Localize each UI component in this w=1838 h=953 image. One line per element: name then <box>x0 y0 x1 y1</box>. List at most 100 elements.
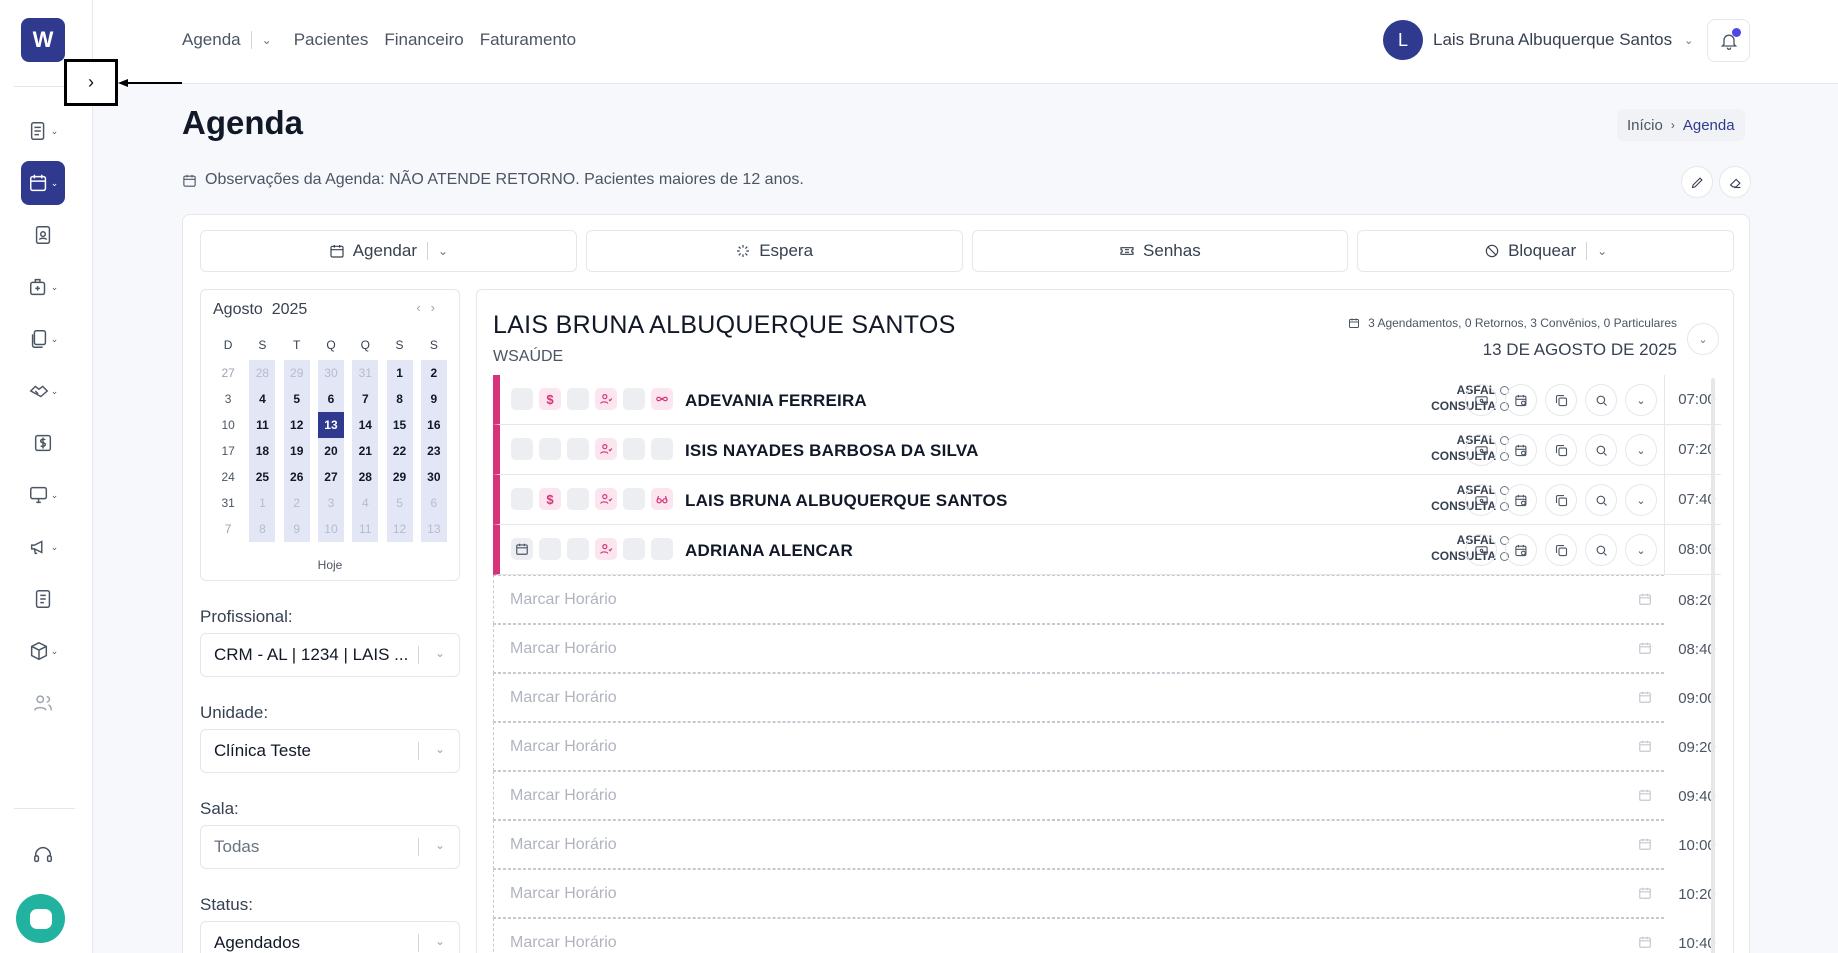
senhas-button[interactable]: Senhas <box>971 230 1349 272</box>
nav-financeiro[interactable]: Financeiro <box>384 30 463 50</box>
calendar-day[interactable]: 9 <box>283 516 310 542</box>
calendar-day[interactable]: 17 <box>211 438 245 464</box>
calendar-day[interactable]: 27 <box>317 464 344 490</box>
calendar-day[interactable]: 13 <box>420 516 447 542</box>
patient-name[interactable]: LAIS BRUNA ALBUQUERQUE SANTOS <box>685 491 1008 511</box>
book-slot-placeholder[interactable]: Marcar Horário <box>510 836 617 854</box>
search-icon[interactable] <box>1585 384 1617 416</box>
calendar-day[interactable]: 9 <box>420 386 447 412</box>
calendar-day[interactable]: 15 <box>386 412 413 438</box>
calendar-day[interactable]: 14 <box>352 412 379 438</box>
calendar-day[interactable]: 28 <box>352 464 379 490</box>
chevron-down-icon[interactable]: ⌄ <box>1625 434 1657 466</box>
search-icon[interactable] <box>1585 534 1617 566</box>
documents-icon[interactable]: ⌄ <box>21 317 65 361</box>
chevron-down-icon[interactable]: ⌄ <box>438 244 448 258</box>
calendar-day[interactable]: 27 <box>211 360 245 386</box>
copy-icon[interactable] <box>1545 434 1577 466</box>
empty-slot[interactable]: Marcar Horário 10:00 <box>493 820 1716 869</box>
patient-card-icon[interactable] <box>21 213 65 257</box>
clear-observations-button[interactable] <box>1719 166 1751 198</box>
handshake-icon[interactable]: ⌄ <box>21 369 65 413</box>
headset-icon[interactable] <box>21 833 65 877</box>
calendar-day[interactable]: 18 <box>249 438 276 464</box>
calendar-day[interactable]: 26 <box>283 464 310 490</box>
user-menu[interactable]: L Lais Bruna Albuquerque Santos ⌄ <box>1383 20 1693 60</box>
calendar-day[interactable]: 11 <box>249 412 276 438</box>
calendar-day[interactable]: 2 <box>420 360 447 386</box>
patient-name[interactable]: ADRIANA ALENCAR <box>685 541 853 561</box>
patient-name[interactable]: ADEVANIA FERREIRA <box>685 391 867 411</box>
calendar-day[interactable]: 22 <box>386 438 413 464</box>
notebook-icon[interactable] <box>21 577 65 621</box>
schedule-collapse-button[interactable]: ⌄ <box>1687 323 1719 355</box>
calendar-clock-icon[interactable] <box>1505 434 1537 466</box>
calendar-day[interactable]: 30 <box>317 360 344 386</box>
calendar-day[interactable]: 3 <box>317 490 344 516</box>
agendar-button[interactable]: Agendar ⌄ <box>200 230 577 272</box>
calendar-day[interactable]: 12 <box>283 412 310 438</box>
empty-slot[interactable]: Marcar Horário 08:20 <box>493 575 1716 624</box>
edit-observations-button[interactable] <box>1681 166 1713 198</box>
chevron-right-icon[interactable]: › <box>431 300 445 315</box>
users-icon[interactable] <box>21 681 65 725</box>
sidebar-expand-toggle[interactable]: › <box>64 59 118 106</box>
espera-button[interactable]: Espera <box>585 230 963 272</box>
search-icon[interactable] <box>1585 484 1617 516</box>
calendar-day[interactable]: 7 <box>352 386 379 412</box>
appointment-row[interactable]: ISIS NAYADES BARBOSA DA SILVA ASFAL CONSUL… <box>493 425 1721 475</box>
empty-slot[interactable]: Marcar Horário 09:20 <box>493 722 1716 771</box>
calendar-clock-icon[interactable] <box>1505 484 1537 516</box>
chevron-down-icon[interactable]: ⌄ <box>1625 534 1657 566</box>
list-icon[interactable]: ⌄ <box>21 109 65 153</box>
calendar-icon[interactable]: ⌄ <box>21 161 65 205</box>
book-slot-placeholder[interactable]: Marcar Horário <box>510 689 617 707</box>
copy-icon[interactable] <box>1545 384 1577 416</box>
chevron-left-icon[interactable]: ‹ <box>416 300 430 315</box>
calendar-day[interactable]: 31 <box>211 490 245 516</box>
calendar-day[interactable]: 5 <box>386 490 413 516</box>
book-slot-placeholder[interactable]: Marcar Horário <box>510 885 617 903</box>
nav-pacientes[interactable]: Pacientes <box>294 30 369 50</box>
calendar-clock-icon[interactable] <box>1505 384 1537 416</box>
calendar-day[interactable]: 23 <box>420 438 447 464</box>
calendar-day[interactable]: 4 <box>249 386 276 412</box>
empty-slot[interactable]: Marcar Horário 10:40 <box>493 918 1716 953</box>
calendar-clock-icon[interactable] <box>1505 534 1537 566</box>
calendar-day[interactable]: 6 <box>420 490 447 516</box>
dollar-icon[interactable] <box>21 421 65 465</box>
calendar-day[interactable]: 1 <box>386 360 413 386</box>
calendar-day[interactable]: 6 <box>317 386 344 412</box>
id-card-icon[interactable] <box>1465 484 1497 516</box>
empty-slot[interactable]: Marcar Horário 09:40 <box>493 771 1716 820</box>
calendar-day[interactable]: 20 <box>317 438 344 464</box>
megaphone-icon[interactable]: ⌄ <box>21 525 65 569</box>
chevron-down-icon[interactable]: ⌄ <box>262 33 272 47</box>
appointment-row[interactable]: $ ADEVANIA FERREIRA ASFAL CONSULTA ⌄ 07:00 <box>493 375 1721 425</box>
chevron-down-icon[interactable]: ⌄ <box>1625 384 1657 416</box>
calendar-day[interactable]: 25 <box>249 464 276 490</box>
nav-faturamento[interactable]: Faturamento <box>480 30 576 50</box>
calendar-day[interactable]: 13 <box>317 412 344 438</box>
patient-name[interactable]: ISIS NAYADES BARBOSA DA SILVA <box>685 441 979 461</box>
empty-slot[interactable]: Marcar Horário 08:40 <box>493 624 1716 673</box>
calendar-day[interactable]: 21 <box>352 438 379 464</box>
medical-case-icon[interactable]: ⌄ <box>21 265 65 309</box>
calendar-day[interactable]: 10 <box>211 412 245 438</box>
book-slot-placeholder[interactable]: Marcar Horário <box>510 738 617 756</box>
appointment-row[interactable]: ADRIANA ALENCAR ASFAL CONSULTA ⌄ 08:00 <box>493 525 1721 575</box>
id-card-icon[interactable] <box>1465 434 1497 466</box>
sala-select[interactable]: Todas ⌄ <box>200 825 460 869</box>
book-slot-placeholder[interactable]: Marcar Horário <box>510 934 617 952</box>
calendar-day[interactable]: 7 <box>211 516 245 542</box>
calendar-day[interactable]: 8 <box>249 516 276 542</box>
profissional-select[interactable]: CRM - AL | 1234 | LAIS ... ⌄ <box>200 633 460 677</box>
chat-support-button[interactable] <box>16 894 65 943</box>
calendar-day[interactable]: 31 <box>352 360 379 386</box>
breadcrumb-home[interactable]: Início <box>1627 117 1663 134</box>
box-icon[interactable]: ⌄ <box>21 629 65 673</box>
empty-slot[interactable]: Marcar Horário 10:20 <box>493 869 1716 918</box>
book-slot-placeholder[interactable]: Marcar Horário <box>510 787 617 805</box>
calendar-day[interactable]: 28 <box>249 360 276 386</box>
copy-icon[interactable] <box>1545 484 1577 516</box>
